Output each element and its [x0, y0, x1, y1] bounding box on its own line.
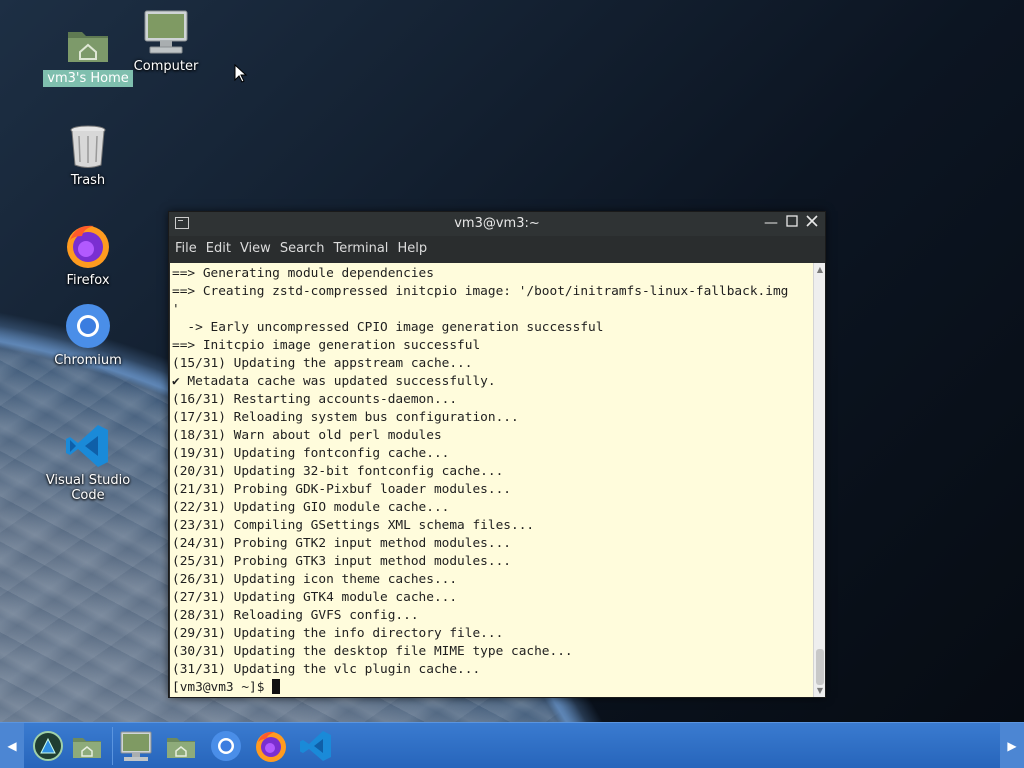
terminal-line: (26/31) Updating icon theme caches...	[172, 572, 458, 587]
chromium-icon	[64, 302, 112, 350]
terminal-line: (27/31) Updating GTK4 module cache...	[172, 590, 458, 605]
terminal-line: (25/31) Probing GTK3 input method module…	[172, 554, 511, 569]
menu-search[interactable]: Search	[280, 236, 325, 262]
chromium-icon[interactable]	[209, 729, 243, 763]
firefox-icon[interactable]	[254, 729, 288, 763]
terminal-line: ==> Generating module dependencies	[172, 266, 434, 281]
file-manager-icon[interactable]	[70, 729, 104, 763]
vscode-icon	[64, 422, 112, 470]
prompt-text: [vm3@vm3 ~]$	[172, 680, 273, 695]
terminal-line: (17/31) Reloading system bus configurati…	[172, 410, 519, 425]
scroll-down-icon[interactable]: ▼	[815, 686, 825, 696]
terminal-line: (15/31) Updating the appstream cache...	[172, 356, 473, 371]
terminal-titlebar[interactable]: vm3@vm3:~ —	[169, 212, 825, 236]
terminal-line: (23/31) Compiling GSettings XML schema f…	[172, 518, 535, 533]
terminal-line: (29/31) Updating the info directory file…	[172, 626, 504, 641]
terminal-line: (18/31) Warn about old perl modules	[172, 428, 442, 443]
menu-edit[interactable]: Edit	[206, 236, 231, 262]
terminal-line: '	[172, 302, 180, 317]
terminal-line: ✔ Metadata cache was updated successfull…	[172, 374, 496, 389]
terminal-scrollbar[interactable]: ▲ ▼	[813, 263, 825, 697]
terminal-line: (30/31) Updating the desktop file MIME t…	[172, 644, 573, 659]
terminal-window[interactable]: vm3@vm3:~ — File Edit View Search Terminal He…	[168, 211, 826, 698]
desktop-icon-vscode[interactable]: Visual Studio Code	[33, 422, 143, 504]
vscode-icon[interactable]	[299, 729, 333, 763]
terminal-prompt[interactable]: [vm3@vm3 ~]$	[172, 679, 812, 697]
menu-terminal[interactable]: Terminal	[333, 236, 388, 262]
home-folder-icon[interactable]	[164, 729, 198, 763]
taskbar-scroll-right-icon[interactable]: ▶	[1000, 723, 1024, 768]
menu-view[interactable]: View	[240, 236, 271, 262]
desktop-icon-chromium[interactable]: Chromium	[33, 302, 143, 369]
terminal-line: -> Early uncompressed CPIO image generat…	[172, 320, 604, 335]
scroll-up-icon[interactable]: ▲	[815, 265, 825, 275]
mouse-cursor-icon	[234, 64, 248, 83]
terminal-line: (19/31) Updating fontconfig cache...	[172, 446, 450, 461]
taskbar: ◀ ▶	[0, 722, 1024, 768]
desktop-icon-trash[interactable]: Trash	[33, 122, 143, 189]
menu-file[interactable]: File	[175, 236, 197, 262]
home-folder-icon	[64, 20, 112, 68]
desktop-icon-computer[interactable]: Computer	[111, 8, 221, 75]
terminal-line: (28/31) Reloading GVFS config...	[172, 608, 419, 623]
terminal-line: (31/31) Updating the vlc plugin cache...	[172, 662, 481, 677]
terminal-line: ==> Creating zstd-compressed initcpio im…	[172, 284, 789, 299]
maximize-button[interactable]	[784, 215, 800, 231]
terminal-line: ==> Initcpio image generation successful	[172, 338, 481, 353]
menu-bar: File Edit View Search Terminal Help	[169, 236, 825, 262]
terminal-output[interactable]: ==> Generating module dependencies ==> Cr…	[170, 263, 825, 697]
close-button[interactable]	[804, 215, 820, 231]
desktop-icon-firefox[interactable]: Firefox	[33, 222, 143, 289]
menu-icon[interactable]	[31, 729, 65, 763]
scroll-thumb[interactable]	[816, 649, 824, 685]
terminal-line: (20/31) Updating 32-bit fontconfig cache…	[172, 464, 504, 479]
terminal-line: (16/31) Restarting accounts-daemon...	[172, 392, 458, 407]
computer-icon[interactable]	[119, 729, 153, 763]
terminal-text: ==> Generating module dependencies ==> Cr…	[172, 265, 812, 697]
terminal-line: (22/31) Updating GIO module cache...	[172, 500, 450, 515]
computer-icon	[142, 8, 190, 56]
trash-icon	[64, 122, 112, 170]
terminal-line: (24/31) Probing GTK2 input method module…	[172, 536, 511, 551]
taskbar-separator	[112, 727, 113, 765]
terminal-line: (21/31) Probing GDK-Pixbuf loader module…	[172, 482, 511, 497]
text-cursor	[272, 679, 281, 694]
menu-help[interactable]: Help	[397, 236, 427, 262]
window-title: vm3@vm3:~	[454, 216, 540, 231]
minimize-button[interactable]: —	[763, 215, 779, 231]
firefox-icon	[64, 222, 112, 270]
taskbar-scroll-left-icon[interactable]: ◀	[0, 723, 24, 768]
